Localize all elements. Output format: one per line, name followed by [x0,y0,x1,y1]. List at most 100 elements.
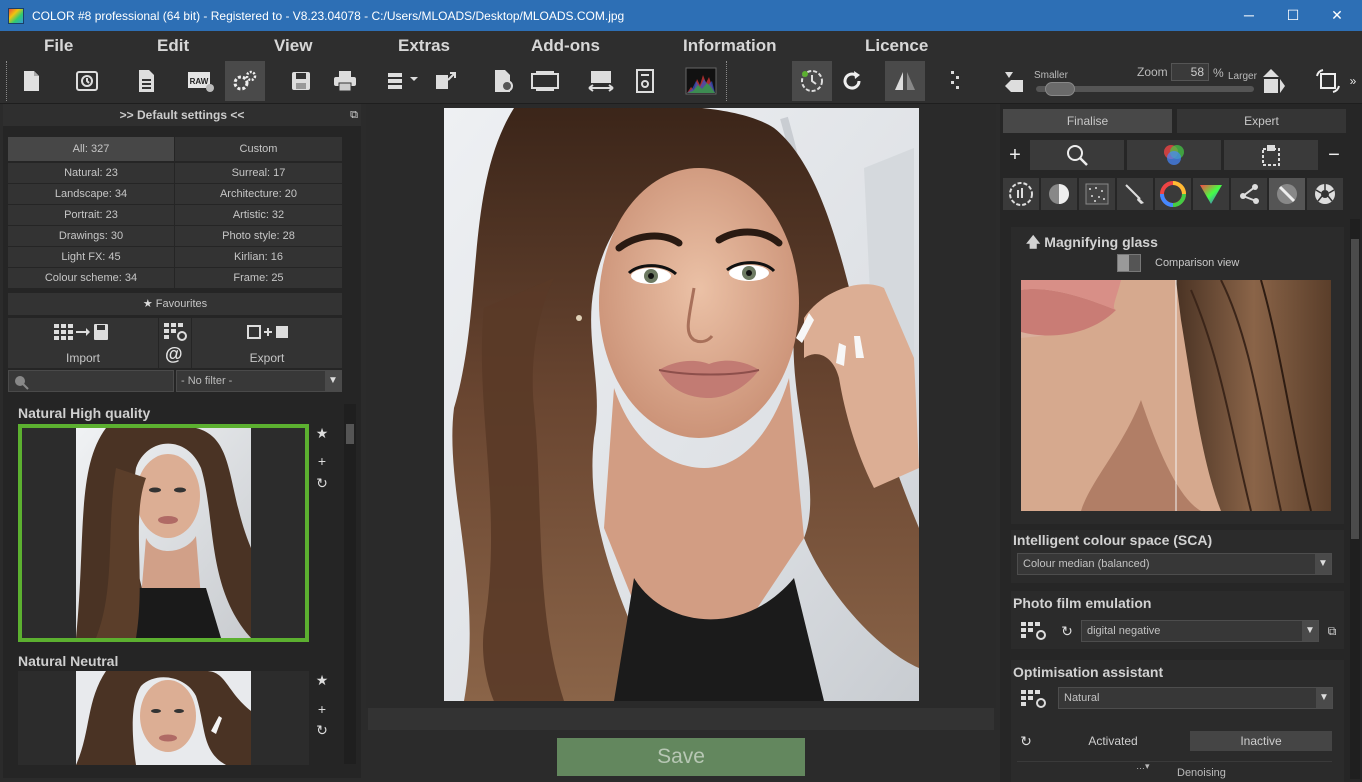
magnifier-tool-icon[interactable] [1030,140,1124,170]
close-button[interactable]: ✕ [1314,0,1360,31]
zoom-larger-icon[interactable] [1253,61,1293,101]
open-documents-icon[interactable] [125,61,165,101]
optim-refresh-icon[interactable]: ↻ [1017,732,1035,750]
category-colour-scheme[interactable]: Colour scheme: 34 [8,268,174,288]
compare-layout-icon[interactable] [525,61,565,101]
favourites-button[interactable]: ★ Favourites [8,293,342,315]
export-batch-icon[interactable] [426,61,466,101]
film-grid-icon[interactable] [1019,621,1049,640]
denoising-row[interactable]: …▾ Denoising [1017,761,1332,782]
noise-icon[interactable] [1079,178,1115,210]
settings-gears-icon[interactable] [225,61,265,101]
save-icon[interactable] [281,61,321,101]
inactive-button[interactable]: Inactive [1190,731,1332,751]
contrast-icon[interactable] [1041,178,1077,210]
presets-scrollbar[interactable] [344,404,356,764]
category-drawings[interactable]: Drawings: 30 [8,226,174,246]
toolbar-overflow-icon[interactable]: » [1345,61,1361,101]
nodes-icon[interactable] [1231,178,1267,210]
menu-view[interactable]: View [274,36,312,56]
zoom-slider[interactable] [1036,82,1254,96]
tab-finalise[interactable]: Finalise [1003,109,1172,133]
raw-icon[interactable]: RAW [181,61,221,101]
category-photo-style[interactable]: Photo style: 28 [175,226,342,246]
import-button[interactable]: Import [8,318,158,368]
clipboard-paste-icon[interactable] [1224,140,1318,170]
menu-extras[interactable]: Extras [398,36,450,56]
menu-addons[interactable]: Add-ons [531,36,600,56]
mirror-icon[interactable] [885,61,925,101]
collapse-all-icon[interactable]: − [1322,140,1346,170]
batch-process-icon[interactable] [383,61,423,101]
film-refresh-icon[interactable]: ↻ [1058,622,1076,640]
scrollbar-thumb[interactable] [1351,239,1359,539]
filter-select[interactable]: - No filter - ▼ [176,370,342,392]
tab-custom[interactable]: Custom [175,137,342,161]
favourite-star-icon[interactable]: ★ [313,424,331,442]
refresh-preset-icon[interactable]: ↻ [313,474,331,492]
history-icon[interactable] [67,61,107,101]
category-natural[interactable]: Natural: 23 [8,163,174,183]
redo-icon[interactable] [832,61,872,101]
export-button[interactable]: Export [192,318,342,368]
category-portrait[interactable]: Portrait: 23 [8,205,174,225]
optim-select[interactable]: Natural ▼ [1058,687,1333,709]
split-view-icon[interactable] [581,61,621,101]
minimize-button[interactable]: ─ [1226,0,1272,31]
category-surreal[interactable]: Surreal: 17 [175,163,342,183]
undock-icon[interactable]: ⧉ [345,106,363,124]
refresh-preset-icon[interactable]: ↻ [313,721,331,739]
preset-thumbnail-selected[interactable] [18,424,309,642]
film-options-icon[interactable]: ⧉ [1323,622,1341,640]
add-preset-icon[interactable]: + [313,452,331,470]
preset-thumbnail[interactable] [18,671,309,765]
category-kirlian[interactable]: Kirlian: 16 [175,247,342,267]
email-button[interactable]: @ [159,318,191,368]
magnifier-title[interactable]: 🡅 Magnifying glass [1026,232,1158,256]
save-button[interactable]: Save [557,738,805,776]
film-select[interactable]: digital negative ▼ [1081,620,1319,642]
aperture-icon[interactable] [1307,178,1343,210]
comparison-toggle[interactable] [1117,254,1141,272]
dotted-split-icon[interactable] [937,61,977,101]
magnifier-preview[interactable] [1021,280,1331,511]
color-channels-icon[interactable] [1127,140,1221,170]
menu-licence[interactable]: Licence [865,36,928,56]
category-landscape[interactable]: Landscape: 34 [8,184,174,204]
add-preset-icon[interactable]: + [313,700,331,718]
category-artistic[interactable]: Artistic: 32 [175,205,342,225]
gamut-icon[interactable] [1193,178,1229,210]
sharpen-icon[interactable] [1269,178,1305,210]
menu-information[interactable]: Information [683,36,777,56]
zoom-slider-knob[interactable] [1045,82,1075,96]
expand-all-icon[interactable]: + [1003,140,1027,170]
document-settings-icon[interactable] [483,61,523,101]
sca-select[interactable]: Colour median (balanced) ▼ [1017,553,1332,575]
menu-edit[interactable]: Edit [157,36,189,56]
presets-header[interactable]: >> Default settings << [3,104,361,126]
new-file-icon[interactable] [11,61,51,101]
category-light-fx[interactable]: Light FX: 45 [8,247,174,267]
auto-correction-icon[interactable] [1003,178,1039,210]
tab-all[interactable]: All: 327 [8,137,174,161]
maximize-button[interactable]: ☐ [1270,0,1316,31]
rotate-crop-icon[interactable] [1308,61,1348,101]
preset-search-input[interactable] [8,370,174,392]
histogram-icon[interactable] [681,61,721,101]
print-icon[interactable] [325,61,365,101]
brush-icon[interactable] [1117,178,1153,210]
optim-grid-icon[interactable] [1019,689,1049,708]
menu-file[interactable]: File [44,36,73,56]
color-wheel-icon[interactable] [1155,178,1191,210]
category-frame[interactable]: Frame: 25 [175,268,342,288]
panel-scrollbar[interactable] [1350,219,1360,779]
activated-button[interactable]: Activated [1049,731,1177,751]
zoom-input[interactable]: 58 [1171,63,1209,81]
zoom-smaller-icon[interactable] [993,61,1033,101]
category-architecture[interactable]: Architecture: 20 [175,184,342,204]
scrollbar-thumb[interactable] [346,424,354,444]
favourite-star-icon[interactable]: ★ [313,671,331,689]
tab-expert[interactable]: Expert [1177,109,1346,133]
info-document-icon[interactable] [625,61,665,101]
auto-adjust-icon[interactable] [792,61,832,101]
